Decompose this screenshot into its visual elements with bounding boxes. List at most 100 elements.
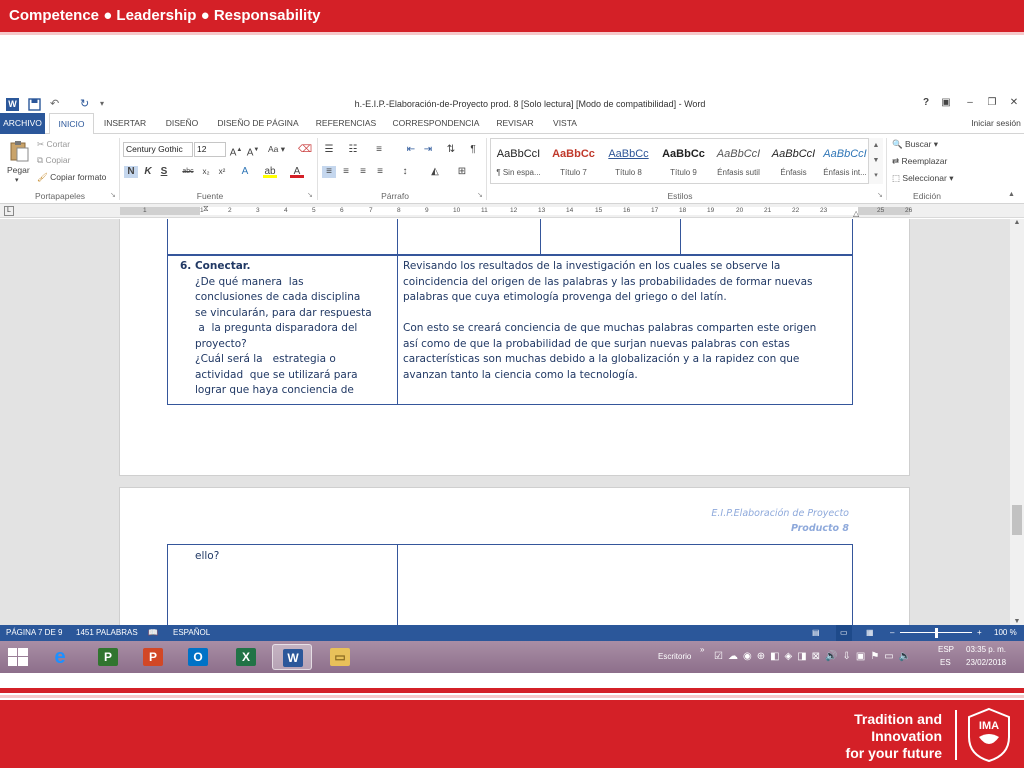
page[interactable]: E.I.P.Elaboración de Proyecto Producto 8… xyxy=(119,487,910,625)
read-mode-icon[interactable]: ▤ xyxy=(812,625,820,641)
font-name-field[interactable]: Century Gothic xyxy=(123,142,193,157)
italic-button[interactable]: K xyxy=(141,166,155,178)
style-titulo-7[interactable]: AaBbCc Título 7 xyxy=(546,139,601,183)
word-app-icon[interactable]: W xyxy=(6,98,19,111)
desktop-toolbar[interactable]: Escritorio xyxy=(658,652,691,661)
styles-down-icon[interactable]: ▼ xyxy=(869,153,883,168)
borders-icon[interactable]: ⊞ xyxy=(455,166,469,178)
taskbar-project[interactable]: P xyxy=(88,644,128,670)
taskbar-outlook[interactable]: O xyxy=(178,644,218,670)
table-cell-right[interactable]: Revisando los resultados de la investiga… xyxy=(403,259,848,383)
style-enfasis-intenso[interactable]: AaBbCcI Énfasis int... xyxy=(821,139,869,183)
align-left-icon[interactable]: ≡ xyxy=(322,166,336,178)
underline-button[interactable]: S xyxy=(157,166,171,178)
align-right-icon[interactable]: ≡ xyxy=(356,166,370,178)
table-cell-left[interactable]: ello? xyxy=(195,549,219,565)
shrink-font-icon[interactable]: A▼ xyxy=(246,144,260,158)
collapse-ribbon-icon[interactable]: ▲ xyxy=(1008,191,1015,198)
select-button[interactable]: ⬚ Seleccionar ▾ xyxy=(892,173,953,184)
tab-selector-icon[interactable]: L xyxy=(4,206,14,216)
styles-scroll[interactable]: ▲ ▼ ▾ xyxy=(868,138,883,184)
help-button[interactable]: ? xyxy=(916,97,936,108)
tab-vista[interactable]: VISTA xyxy=(546,113,584,134)
increase-indent-icon[interactable]: ⇥ xyxy=(421,144,435,156)
subscript-icon[interactable]: x₂ xyxy=(199,166,213,178)
style-titulo-8[interactable]: AaBbCc Título 8 xyxy=(601,139,656,183)
justify-icon[interactable]: ≡ xyxy=(373,166,387,178)
decrease-indent-icon[interactable]: ⇤ xyxy=(404,144,418,156)
multilevel-list-icon[interactable]: ≡ xyxy=(372,144,386,156)
show-formatting-icon[interactable]: ¶ xyxy=(466,144,480,156)
print-layout-icon[interactable]: ▭ xyxy=(836,625,852,641)
language-indicator[interactable]: ESPAÑOL xyxy=(173,625,210,641)
bullets-icon[interactable]: ☰ xyxy=(322,144,336,156)
change-case-button[interactable]: Aa ▾ xyxy=(268,144,285,155)
zoom-level[interactable]: 100 % xyxy=(994,625,1017,641)
cut-button[interactable]: ✂ Cortar xyxy=(37,139,70,150)
tab-correspondencia[interactable]: CORRESPONDENCIA xyxy=(388,113,484,134)
sign-in-link[interactable]: Iniciar sesión xyxy=(966,113,1024,134)
ribbon-display-icon[interactable]: ▣ xyxy=(936,97,956,108)
font-size-field[interactable]: 12 xyxy=(194,142,226,157)
clipboard-launcher-icon[interactable]: ↘ xyxy=(110,191,116,199)
clear-formatting-icon[interactable]: ⌫ xyxy=(298,144,312,156)
tab-archivo[interactable]: ARCHIVO xyxy=(0,113,45,134)
page[interactable]: 6. Conectar. ¿De qué manera las conclusio… xyxy=(119,219,910,476)
paste-button[interactable]: Pegar xyxy=(7,165,30,175)
style-sin-espaciado[interactable]: AaBbCcI ¶ Sin espa... xyxy=(491,139,546,183)
tab-revisar[interactable]: REVISAR xyxy=(490,113,540,134)
zoom-slider-thumb[interactable] xyxy=(935,628,938,638)
styles-up-icon[interactable]: ▲ xyxy=(869,138,883,153)
styles-launcher-icon[interactable]: ↘ xyxy=(877,191,883,199)
clock-time[interactable]: 03:35 p. m. xyxy=(966,645,1006,654)
taskbar-explorer[interactable]: ▭ xyxy=(320,644,360,670)
input-language-bottom[interactable]: ES xyxy=(940,658,951,667)
taskbar-ie[interactable]: e xyxy=(40,644,80,670)
tab-diseno[interactable]: DISEÑO xyxy=(158,113,206,134)
styles-more-icon[interactable]: ▾ xyxy=(869,168,883,183)
proofing-icon[interactable]: 📖 xyxy=(148,625,158,641)
highlight-icon[interactable]: ab xyxy=(263,166,277,178)
restore-icon[interactable]: ❐ xyxy=(982,97,1002,108)
strikethrough-icon[interactable]: abc xyxy=(181,166,195,178)
font-launcher-icon[interactable]: ↘ xyxy=(307,191,313,199)
system-tray-icons[interactable]: ☑☁◉⊕◧◈◨⊠🔊⇩▣⚑▭🔈 xyxy=(714,651,916,662)
word-count[interactable]: 1451 PALABRAS xyxy=(76,625,138,641)
superscript-icon[interactable]: x² xyxy=(215,166,229,178)
taskbar-powerpoint[interactable]: P xyxy=(133,644,173,670)
input-language-top[interactable]: ESP xyxy=(938,645,954,654)
format-painter-button[interactable]: 🖌 Copiar formato xyxy=(37,172,106,183)
align-center-icon[interactable]: ≡ xyxy=(339,166,353,178)
taskbar-excel[interactable]: X xyxy=(226,644,266,670)
indent-marker-icon[interactable]: ⧖ xyxy=(203,204,209,214)
minimize-icon[interactable]: – xyxy=(960,97,980,108)
tab-inicio[interactable]: INICIO xyxy=(49,113,94,135)
scroll-thumb[interactable] xyxy=(1012,505,1022,535)
style-enfasis-sutil[interactable]: AaBbCcI Énfasis sutil xyxy=(711,139,766,183)
scroll-up-icon[interactable]: ▲ xyxy=(1010,219,1024,226)
copy-button[interactable]: ⧉ Copiar xyxy=(37,155,70,166)
paste-icon[interactable] xyxy=(8,140,30,162)
bold-button[interactable]: N xyxy=(124,166,138,178)
style-titulo-9[interactable]: AaBbCc Título 9 xyxy=(656,139,711,183)
table-cell-left[interactable]: 6. Conectar. ¿De qué manera las conclusio… xyxy=(180,259,396,399)
zoom-in-icon[interactable]: + xyxy=(977,625,982,641)
toolbar-expand-icon[interactable]: » xyxy=(700,645,704,654)
clock-date[interactable]: 23/02/2018 xyxy=(966,658,1006,667)
taskbar-word[interactable]: W xyxy=(272,644,312,670)
horizontal-ruler[interactable]: L 1 1 2 3 4 5 6 7 8 9 10 11 12 13 14 15 16 17 18 19 20 21 22 23… xyxy=(0,204,1024,218)
vertical-scrollbar[interactable]: ▲ ▼ xyxy=(1010,219,1024,625)
close-icon[interactable]: ✕ xyxy=(1004,97,1024,108)
line-spacing-icon[interactable]: ↕ xyxy=(398,166,412,178)
web-layout-icon[interactable]: ▦ xyxy=(866,625,874,641)
shading-icon[interactable]: ◭ xyxy=(428,166,442,178)
save-icon[interactable] xyxy=(28,98,41,111)
sort-icon[interactable]: ⇅ xyxy=(444,144,458,156)
tab-referencias[interactable]: REFERENCIAS xyxy=(310,113,382,134)
paste-dropdown-icon[interactable]: ▾ xyxy=(15,176,19,184)
undo-icon[interactable]: ↶ xyxy=(50,98,63,111)
tab-insertar[interactable]: INSERTAR xyxy=(98,113,152,134)
right-indent-marker-icon[interactable]: △ xyxy=(853,209,859,218)
tab-diseno-pagina[interactable]: DISEÑO DE PÁGINA xyxy=(212,113,304,134)
scroll-down-icon[interactable]: ▼ xyxy=(1010,618,1024,625)
